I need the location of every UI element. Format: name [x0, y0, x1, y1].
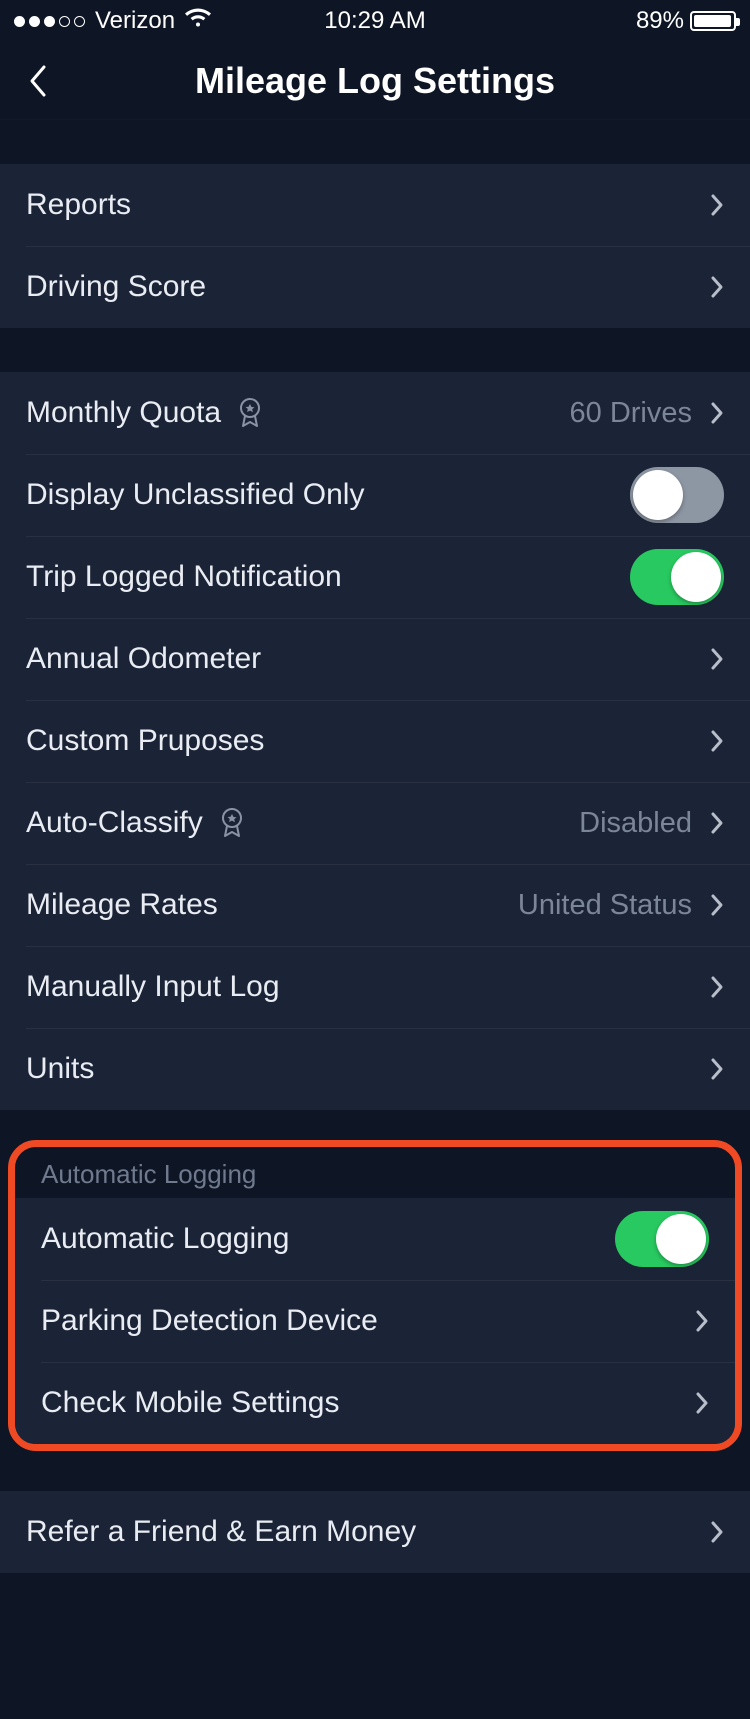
row-label: Custom Pruposes [26, 724, 264, 758]
back-button[interactable] [18, 61, 58, 101]
chevron-right-icon [695, 1309, 709, 1333]
row-trip-logged-notification[interactable]: Trip Logged Notification [0, 536, 750, 618]
row-label: Annual Odometer [26, 642, 261, 676]
chevron-right-icon [710, 811, 724, 835]
row-value: Disabled [579, 807, 692, 840]
row-parking-detection-device[interactable]: Parking Detection Device [15, 1280, 735, 1362]
row-label: Manually Input Log [26, 970, 280, 1004]
chevron-right-icon [710, 729, 724, 753]
row-mileage-rates[interactable]: Mileage Rates United Status [0, 864, 750, 946]
row-label: Units [26, 1052, 94, 1086]
row-label: Refer a Friend & Earn Money [26, 1515, 416, 1549]
row-display-unclassified[interactable]: Display Unclassified Only [0, 454, 750, 536]
battery-percent: 89% [636, 7, 684, 35]
section-settings: Monthly Quota 60 Drives Display Unclassi… [0, 372, 750, 1110]
page-title: Mileage Log Settings [195, 60, 555, 102]
row-label: Check Mobile Settings [41, 1386, 339, 1420]
row-driving-score[interactable]: Driving Score [0, 246, 750, 328]
section-refer: Refer a Friend & Earn Money [0, 1491, 750, 1573]
toggle-display-unclassified[interactable] [630, 467, 724, 523]
row-label: Mileage Rates [26, 888, 218, 922]
chevron-right-icon [710, 975, 724, 999]
section-automatic-logging: Automatic Logging Parking Detection Devi… [15, 1198, 735, 1444]
signal-strength-icon [14, 16, 85, 27]
chevron-left-icon [28, 64, 48, 98]
row-reports[interactable]: Reports [0, 164, 750, 246]
battery-icon [690, 11, 736, 31]
section-header-automatic-logging: Automatic Logging [15, 1147, 735, 1198]
chevron-right-icon [710, 1057, 724, 1081]
row-check-mobile-settings[interactable]: Check Mobile Settings [15, 1362, 735, 1444]
wifi-icon [185, 7, 211, 35]
status-right: 89% [636, 7, 736, 35]
nav-header: Mileage Log Settings [0, 42, 750, 120]
chevron-right-icon [710, 647, 724, 671]
chevron-right-icon [710, 193, 724, 217]
chevron-right-icon [710, 401, 724, 425]
chevron-right-icon [710, 893, 724, 917]
row-label: Automatic Logging [41, 1222, 290, 1256]
chevron-right-icon [695, 1391, 709, 1415]
row-refer-friend[interactable]: Refer a Friend & Earn Money [0, 1491, 750, 1573]
award-badge-icon [217, 806, 247, 840]
carrier-label: Verizon [95, 7, 175, 35]
row-custom-purposes[interactable]: Custom Pruposes [0, 700, 750, 782]
row-manual-input-log[interactable]: Manually Input Log [0, 946, 750, 1028]
row-value: 60 Drives [570, 397, 693, 430]
row-auto-classify[interactable]: Auto-Classify Disabled [0, 782, 750, 864]
row-annual-odometer[interactable]: Annual Odometer [0, 618, 750, 700]
status-left: Verizon [14, 7, 211, 35]
row-label: Display Unclassified Only [26, 478, 364, 512]
automatic-logging-highlight: Automatic Logging Automatic Logging Park… [8, 1140, 742, 1451]
row-monthly-quota[interactable]: Monthly Quota 60 Drives [0, 372, 750, 454]
row-value: United Status [518, 889, 692, 922]
status-bar: Verizon 10:29 AM 89% [0, 0, 750, 42]
row-label: Monthly Quota [26, 396, 221, 430]
row-label: Auto-Classify [26, 806, 203, 840]
award-badge-icon [235, 396, 265, 430]
toggle-automatic-logging[interactable] [615, 1211, 709, 1267]
chevron-right-icon [710, 1520, 724, 1544]
section-general: Reports Driving Score [0, 164, 750, 328]
row-label: Trip Logged Notification [26, 560, 342, 594]
row-label: Parking Detection Device [41, 1304, 378, 1338]
row-automatic-logging[interactable]: Automatic Logging [15, 1198, 735, 1280]
row-label: Reports [26, 188, 131, 222]
chevron-right-icon [710, 275, 724, 299]
toggle-trip-logged-notification[interactable] [630, 549, 724, 605]
row-label: Driving Score [26, 270, 206, 304]
row-units[interactable]: Units [0, 1028, 750, 1110]
